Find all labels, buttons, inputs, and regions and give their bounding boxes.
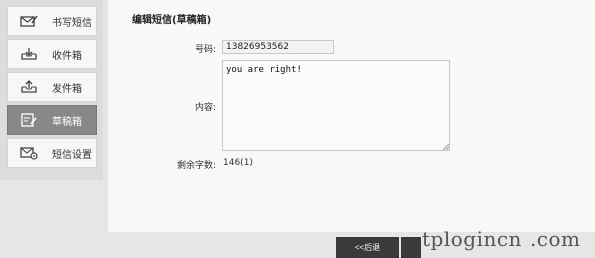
- sidebar-item-label: 草稿箱: [52, 116, 82, 128]
- sidebar-item-label: 收件箱: [52, 50, 82, 62]
- sidebar-item-label: 短信设置: [52, 149, 92, 161]
- sidebar-item-label: 书写短信: [52, 17, 92, 29]
- outbox-icon: [18, 79, 40, 95]
- watermark-text: tplogincn: [422, 227, 522, 251]
- sidebar: 书写短信 收件箱 发件箱 草稿箱 短信设置: [0, 0, 103, 180]
- sidebar-item-sms-settings[interactable]: 短信设置: [7, 138, 97, 168]
- sidebar-item-drafts[interactable]: 草稿箱: [7, 105, 97, 135]
- back-button[interactable]: <<后退: [336, 237, 399, 258]
- sidebar-item-inbox[interactable]: 收件箱: [7, 39, 97, 69]
- remaining-chars-label: 剩余字数:: [176, 161, 216, 171]
- remaining-chars-value: 146(1): [223, 158, 253, 168]
- edit-sms-panel: 编辑短信(草稿箱) 号码: 13826953562 内容: you are ri…: [108, 0, 595, 232]
- watermark: tplogincn .com: [422, 227, 581, 251]
- message-content-textarea[interactable]: you are right!: [222, 60, 450, 151]
- phone-number-field[interactable]: 13826953562: [222, 40, 334, 54]
- page-title: 编辑短信(草稿箱): [132, 15, 212, 26]
- drafts-icon: [18, 112, 40, 128]
- compose-icon: [18, 13, 40, 29]
- watermark-domain: .com: [529, 227, 581, 251]
- content-label: 内容:: [194, 103, 216, 113]
- phone-label: 号码:: [194, 45, 216, 55]
- sidebar-item-label: 发件箱: [52, 83, 82, 95]
- sidebar-item-compose[interactable]: 书写短信: [7, 6, 97, 36]
- sms-settings-icon: [18, 145, 40, 161]
- resize-grip-icon[interactable]: [443, 144, 449, 150]
- sidebar-item-outbox[interactable]: 发件箱: [7, 72, 97, 102]
- next-button[interactable]: [401, 237, 421, 258]
- inbox-icon: [18, 46, 40, 62]
